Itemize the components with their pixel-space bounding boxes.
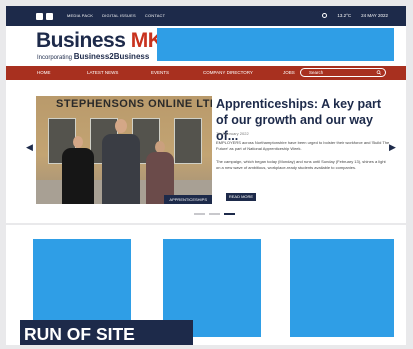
weather-temperature: 13.2°C xyxy=(337,13,352,18)
person xyxy=(62,148,94,204)
search-placeholder: Search xyxy=(309,70,324,75)
facebook-icon[interactable] xyxy=(36,13,43,20)
nav-item-latest-news[interactable]: LATEST NEWS xyxy=(87,70,118,75)
main-navigation: HOME LATEST NEWS EVENTS COMPANY DIRECTOR… xyxy=(6,66,406,80)
logo-sub-brand: Business2Business xyxy=(73,52,150,61)
person-head xyxy=(73,136,83,148)
top-links: MEDIA PACK DIGITAL ISSUES CONTACT xyxy=(67,13,165,18)
slider-dot[interactable] xyxy=(194,213,205,215)
article-excerpt-1: EMPLOYERS across Northamptonshire have b… xyxy=(216,140,390,151)
logo-sub-prefix: Incorporating xyxy=(37,55,73,61)
article-excerpt-2: The campaign, which began today (Monday)… xyxy=(216,159,386,170)
nav-item-jobs[interactable]: JOBS xyxy=(283,70,295,75)
current-date: 24 MAY 2022 xyxy=(361,13,388,18)
top-link-digital-issues[interactable]: DIGITAL ISSUES xyxy=(102,13,136,18)
search-input[interactable]: Search xyxy=(300,68,386,77)
nav-item-events[interactable]: EVENTS xyxy=(151,70,169,75)
nav-item-home[interactable]: HOME xyxy=(37,70,51,75)
slider-next-icon[interactable]: ▶ xyxy=(389,142,396,153)
logo-brand: Business xyxy=(36,29,126,52)
top-link-contact[interactable]: CONTACT xyxy=(145,13,165,18)
image-caption: APPRENTICESHIPS xyxy=(164,195,212,204)
nav-item-company-directory[interactable]: COMPANY DIRECTORY xyxy=(203,70,253,75)
slider-dot-active[interactable] xyxy=(224,213,235,215)
run-of-site-label: RUN OF SITE xyxy=(20,320,193,345)
top-utility-bar: MEDIA PACK DIGITAL ISSUES CONTACT 13.2°C… xyxy=(6,6,406,26)
header-banner-ad[interactable] xyxy=(157,28,394,61)
slider-pagination xyxy=(194,213,235,215)
top-right-info: 13.2°C 24 MAY 2022 xyxy=(322,13,388,18)
window xyxy=(174,118,202,164)
top-link-media-pack[interactable]: MEDIA PACK xyxy=(67,13,93,18)
featured-article-slider: ◀ STEPHENSONS ONLINE LTD APPRENTICESHIPS… xyxy=(6,80,406,223)
twitter-icon[interactable] xyxy=(46,13,53,20)
search-icon[interactable] xyxy=(375,70,383,75)
site-header: Business MK Incorporating Business2Busin… xyxy=(6,26,406,66)
article-image[interactable]: STEPHENSONS ONLINE LTD APPRENTICESHIPS xyxy=(36,96,212,204)
ad-box-3[interactable] xyxy=(290,239,394,337)
person xyxy=(102,134,140,204)
slider-dot[interactable] xyxy=(209,213,220,215)
social-links xyxy=(36,13,53,20)
person-head xyxy=(115,119,127,133)
article-date: 7th February 2022 xyxy=(216,131,249,136)
building-sign-text: STEPHENSONS ONLINE LTD xyxy=(56,98,212,110)
read-more-button[interactable]: READ MORE xyxy=(226,193,256,201)
logo-subtitle: Incorporating Business2Business xyxy=(37,52,149,61)
site-logo[interactable]: Business MK xyxy=(36,29,163,53)
slider-prev-icon[interactable]: ◀ xyxy=(26,142,33,153)
article-headline[interactable]: Apprenticeships: A key part of our growt… xyxy=(216,96,391,144)
user-icon[interactable] xyxy=(322,13,328,18)
